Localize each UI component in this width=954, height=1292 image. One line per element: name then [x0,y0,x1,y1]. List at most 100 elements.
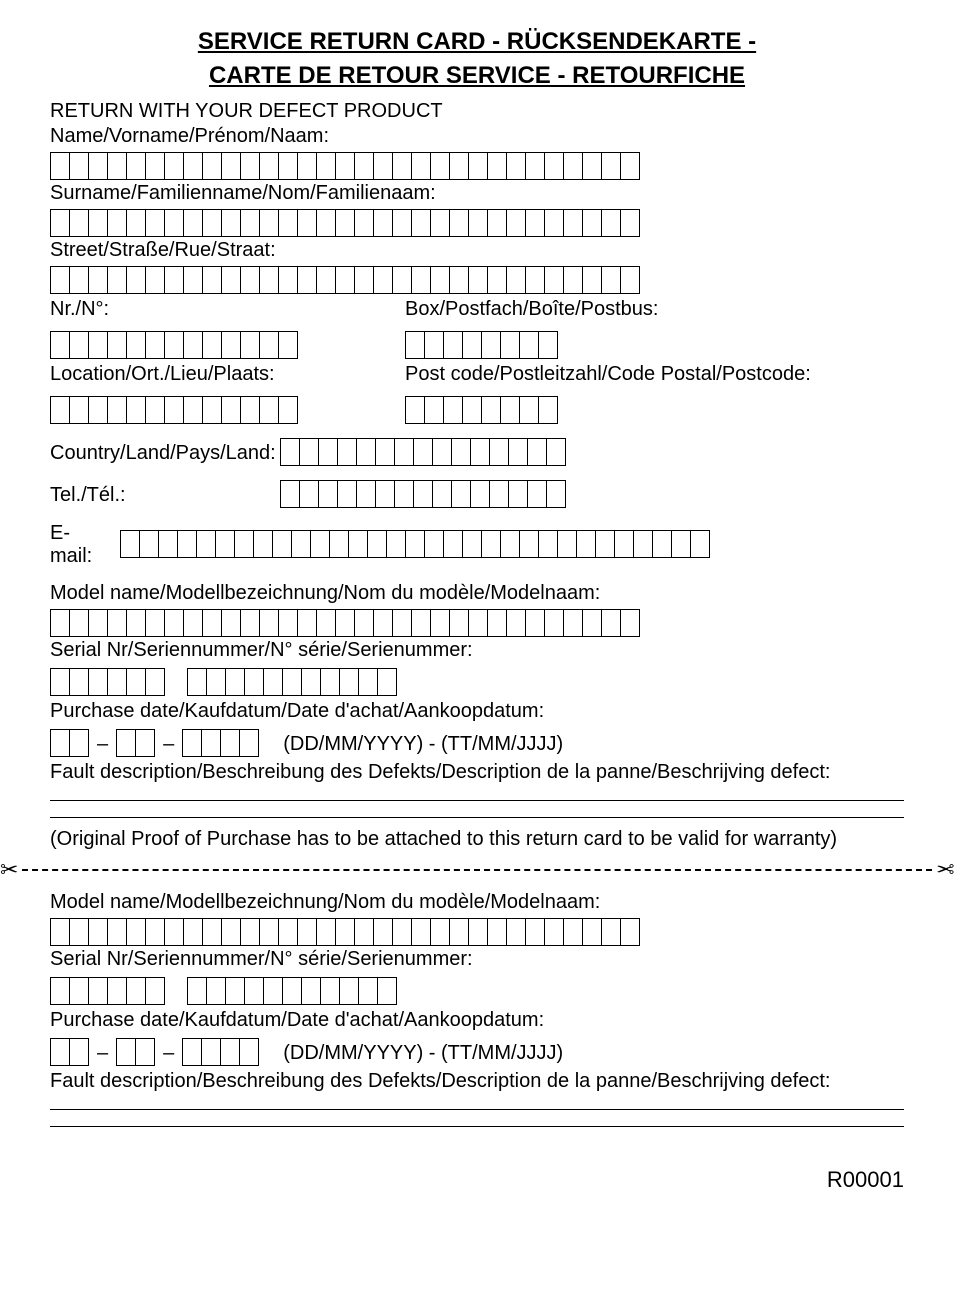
input-surname[interactable] [50,209,904,237]
char-cell[interactable] [506,266,526,294]
char-cell[interactable] [354,209,374,237]
char-cell[interactable] [126,668,146,696]
char-cell[interactable] [240,331,260,359]
char-cell[interactable] [430,209,450,237]
char-cell[interactable] [377,668,397,696]
char-cell[interactable] [652,530,672,558]
char-cell[interactable] [145,918,165,946]
char-cell[interactable] [220,1038,240,1066]
char-cell[interactable] [316,266,336,294]
char-cell[interactable] [506,209,526,237]
char-cell[interactable] [164,396,184,424]
char-cell[interactable] [50,266,70,294]
char-cell[interactable] [69,977,89,1005]
char-cell[interactable] [373,266,393,294]
char-cell[interactable] [183,266,203,294]
char-cell[interactable] [145,331,165,359]
char-cell[interactable] [563,209,583,237]
char-cell[interactable] [411,266,431,294]
char-cell[interactable] [145,977,165,1005]
char-cell[interactable] [316,918,336,946]
char-cell[interactable] [449,152,469,180]
char-cell[interactable] [183,209,203,237]
char-cell[interactable] [468,609,488,637]
char-cell[interactable] [318,480,338,508]
char-cell[interactable] [259,331,279,359]
char-cell[interactable] [538,396,558,424]
char-cell[interactable] [546,480,566,508]
char-cell[interactable] [500,396,520,424]
char-cell[interactable] [221,152,241,180]
char-cell[interactable] [563,918,583,946]
char-cell[interactable] [145,266,165,294]
input-date-dd[interactable] [50,729,89,757]
char-cell[interactable] [116,1038,136,1066]
char-cell[interactable] [206,977,226,1005]
input-street[interactable] [50,266,904,294]
char-cell[interactable] [297,209,317,237]
char-cell[interactable] [263,668,283,696]
char-cell[interactable] [449,918,469,946]
char-cell[interactable] [335,609,355,637]
char-cell[interactable] [582,209,602,237]
char-cell[interactable] [508,438,528,466]
char-cell[interactable] [278,266,298,294]
char-cell[interactable] [145,609,165,637]
char-cell[interactable] [126,918,146,946]
char-cell[interactable] [443,396,463,424]
char-cell[interactable] [69,668,89,696]
input-date-yyyy[interactable] [182,729,259,757]
char-cell[interactable] [443,530,463,558]
char-cell[interactable] [50,209,70,237]
char-cell[interactable] [392,209,412,237]
char-cell[interactable] [411,209,431,237]
char-cell[interactable] [259,152,279,180]
char-cell[interactable] [525,609,545,637]
char-cell[interactable] [671,530,691,558]
char-cell[interactable] [405,331,425,359]
char-cell[interactable] [50,977,70,1005]
char-cell[interactable] [50,918,70,946]
char-cell[interactable] [69,209,89,237]
char-cell[interactable] [69,266,89,294]
char-cell[interactable] [158,530,178,558]
char-cell[interactable] [443,331,463,359]
char-cell[interactable] [107,396,127,424]
char-cell[interactable] [546,438,566,466]
char-cell[interactable] [126,331,146,359]
char-cell[interactable] [282,668,302,696]
char-cell[interactable] [601,152,621,180]
char-cell[interactable] [519,331,539,359]
char-cell[interactable] [318,438,338,466]
char-cell[interactable] [164,609,184,637]
char-cell[interactable] [278,331,298,359]
char-cell[interactable] [107,668,127,696]
char-cell[interactable] [375,438,395,466]
char-cell[interactable] [557,530,577,558]
char-cell[interactable] [278,209,298,237]
char-cell[interactable] [601,609,621,637]
char-cell[interactable] [620,918,640,946]
char-cell[interactable] [88,152,108,180]
char-cell[interactable] [272,530,292,558]
char-cell[interactable] [563,266,583,294]
char-cell[interactable] [316,609,336,637]
input-date2-yyyy[interactable] [182,1038,259,1066]
char-cell[interactable] [392,266,412,294]
input-nr[interactable] [50,331,385,359]
char-cell[interactable] [183,396,203,424]
char-cell[interactable] [126,152,146,180]
input-serial-a[interactable] [50,668,165,696]
char-cell[interactable] [201,729,221,757]
char-cell[interactable] [339,977,359,1005]
char-cell[interactable] [253,530,273,558]
char-cell[interactable] [614,530,634,558]
char-cell[interactable] [481,396,501,424]
char-cell[interactable] [320,977,340,1005]
char-cell[interactable] [367,530,387,558]
char-cell[interactable] [183,331,203,359]
char-cell[interactable] [489,438,509,466]
char-cell[interactable] [411,152,431,180]
char-cell[interactable] [430,918,450,946]
char-cell[interactable] [373,209,393,237]
